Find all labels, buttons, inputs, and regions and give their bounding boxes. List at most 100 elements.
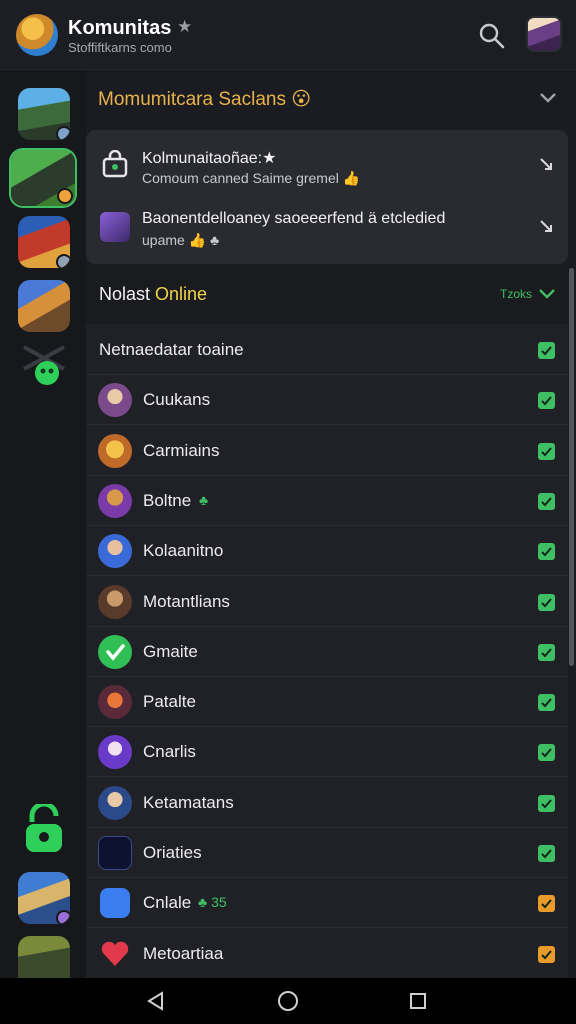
game-thumbnail-icon [100, 212, 130, 242]
server-icon-1[interactable] [18, 88, 70, 140]
member-name: Cnlale [143, 893, 192, 913]
announcement-subtitle: upame 👍 ♣ [142, 232, 220, 248]
member-row[interactable]: Ketamatans [86, 778, 568, 828]
member-avatar [98, 785, 132, 820]
member-checkbox[interactable] [538, 945, 555, 963]
member-row[interactable]: Oriaties [86, 828, 568, 878]
add-server-button[interactable] [16, 802, 72, 858]
member-row[interactable]: Metoartiaa [86, 929, 568, 979]
server-badge [56, 254, 70, 268]
member-name: Ketamatans [143, 792, 234, 812]
server-icon-2-active[interactable] [11, 150, 75, 206]
app-logo[interactable] [16, 14, 58, 56]
checkmark-icon [541, 849, 552, 859]
announcement-item[interactable]: Kolmunaitaoñae:★ Comoum canned Saime gre… [86, 134, 568, 196]
member-row[interactable]: Carmiains [86, 426, 568, 476]
profile-avatar[interactable] [526, 16, 562, 52]
member-checkbox[interactable] [538, 794, 555, 812]
member-avatar [98, 433, 132, 468]
member-checkbox[interactable] [538, 643, 555, 661]
checkmark-icon [541, 446, 552, 457]
member-checkbox[interactable] [538, 492, 555, 510]
server-icon-5[interactable] [16, 340, 72, 388]
checkmark-icon [541, 899, 552, 909]
lock-icon [26, 804, 62, 852]
member-avatar [98, 735, 132, 770]
checkmark-icon [541, 748, 552, 758]
member-name: Gmaite [143, 641, 198, 661]
collapse-arrow-icon[interactable] [538, 156, 554, 172]
member-name: Kolaanitno [143, 541, 224, 561]
member-row[interactable]: Cuukans [86, 375, 568, 426]
member-avatar [98, 836, 132, 870]
member-checkbox[interactable] [538, 342, 555, 359]
member-row[interactable]: Gmaite [86, 627, 568, 677]
server-icon-3[interactable] [18, 216, 70, 268]
member-avatar [98, 937, 132, 971]
app-subtitle: Stoffiftkarns como [68, 40, 172, 55]
member-name: Oriaties [143, 843, 202, 862]
member-checkbox[interactable] [538, 593, 555, 611]
drone-icon [23, 345, 65, 385]
chevron-down-icon[interactable] [538, 91, 558, 105]
server-header[interactable]: Momumitcara Saclans 😮 [86, 70, 576, 128]
member-row[interactable]: Kolaanitno [86, 526, 568, 577]
checkmark-icon [541, 346, 552, 356]
member-row[interactable]: Patalte [86, 677, 568, 728]
member-checkbox[interactable] [538, 744, 555, 762]
member-row[interactable]: Netnaedatar toaine [86, 325, 568, 375]
star-icon[interactable]: ★ [177, 17, 192, 37]
member-name: Cuukans [143, 390, 211, 410]
member-checkbox[interactable] [538, 543, 555, 561]
server-badge [57, 188, 73, 204]
online-section-header[interactable]: Nolast Online Tzoks [86, 266, 568, 322]
member-row[interactable]: Cnlale ♣ 35 [86, 878, 568, 929]
member-checkbox[interactable] [538, 694, 555, 712]
server-title: Momumitcara Saclans 😮 [98, 89, 312, 110]
member-row[interactable]: Boltne ♣ [86, 476, 568, 526]
home-icon[interactable] [277, 990, 299, 1012]
search-icon[interactable] [478, 22, 506, 50]
announcement-card: Kolmunaitaoñae:★ Comoum canned Saime gre… [86, 130, 568, 264]
member-checkbox[interactable] [538, 392, 555, 410]
scrollbar[interactable] [569, 268, 574, 666]
online-filter-label[interactable]: Tzoks [500, 287, 532, 301]
member-name: Netnaedatar toaine [99, 340, 244, 359]
server-rail [0, 70, 86, 978]
member-row[interactable]: Motantlians [86, 577, 568, 627]
announcement-item[interactable]: Baonentdelloaney saoeeerfend ä etcledied… [86, 196, 568, 258]
announcement-title: Baonentdelloaney saoeeerfend ä etcledied [142, 210, 446, 227]
bag-icon [102, 150, 128, 178]
member-avatar [98, 383, 132, 418]
online-title-highlight: Online [155, 284, 208, 304]
recent-apps-icon[interactable] [409, 992, 427, 1010]
server-icon-6[interactable] [18, 872, 70, 924]
checkmark-icon [541, 949, 552, 960]
member-name: Motantlians [143, 591, 230, 611]
member-checkbox[interactable] [538, 845, 555, 862]
member-checkbox[interactable] [538, 895, 555, 913]
member-name: Boltne [143, 490, 192, 510]
checkmark-icon [541, 799, 552, 809]
back-icon[interactable] [146, 991, 166, 1011]
member-list: Netnaedatar toaine Cuukans Carmiains Boltne… [86, 324, 568, 979]
member-avatar [98, 534, 132, 569]
member-checkbox[interactable] [538, 442, 555, 460]
checkmark-icon [541, 597, 552, 607]
announcement-title: Kolmunaitaoñae:★ [142, 150, 277, 167]
online-title-prefix: Nolast [99, 284, 156, 304]
member-row[interactable]: Cnarlis [86, 727, 568, 778]
checkmark-icon [541, 648, 552, 658]
chevron-down-icon[interactable] [538, 288, 556, 300]
app-title: Komunitas [68, 17, 172, 39]
server-badge [56, 126, 70, 140]
server-badge [56, 910, 70, 924]
system-nav-bar [0, 978, 576, 1024]
collapse-arrow-icon[interactable] [538, 218, 554, 234]
server-icon-7[interactable] [18, 936, 70, 978]
announcement-subtitle: Comoum canned Saime gremel 👍 [142, 170, 361, 186]
member-name: Cnarlis [143, 742, 196, 762]
server-icon-4[interactable] [18, 280, 70, 332]
member-name: Metoartiaa [143, 943, 224, 963]
member-name: Carmiains [143, 440, 220, 460]
